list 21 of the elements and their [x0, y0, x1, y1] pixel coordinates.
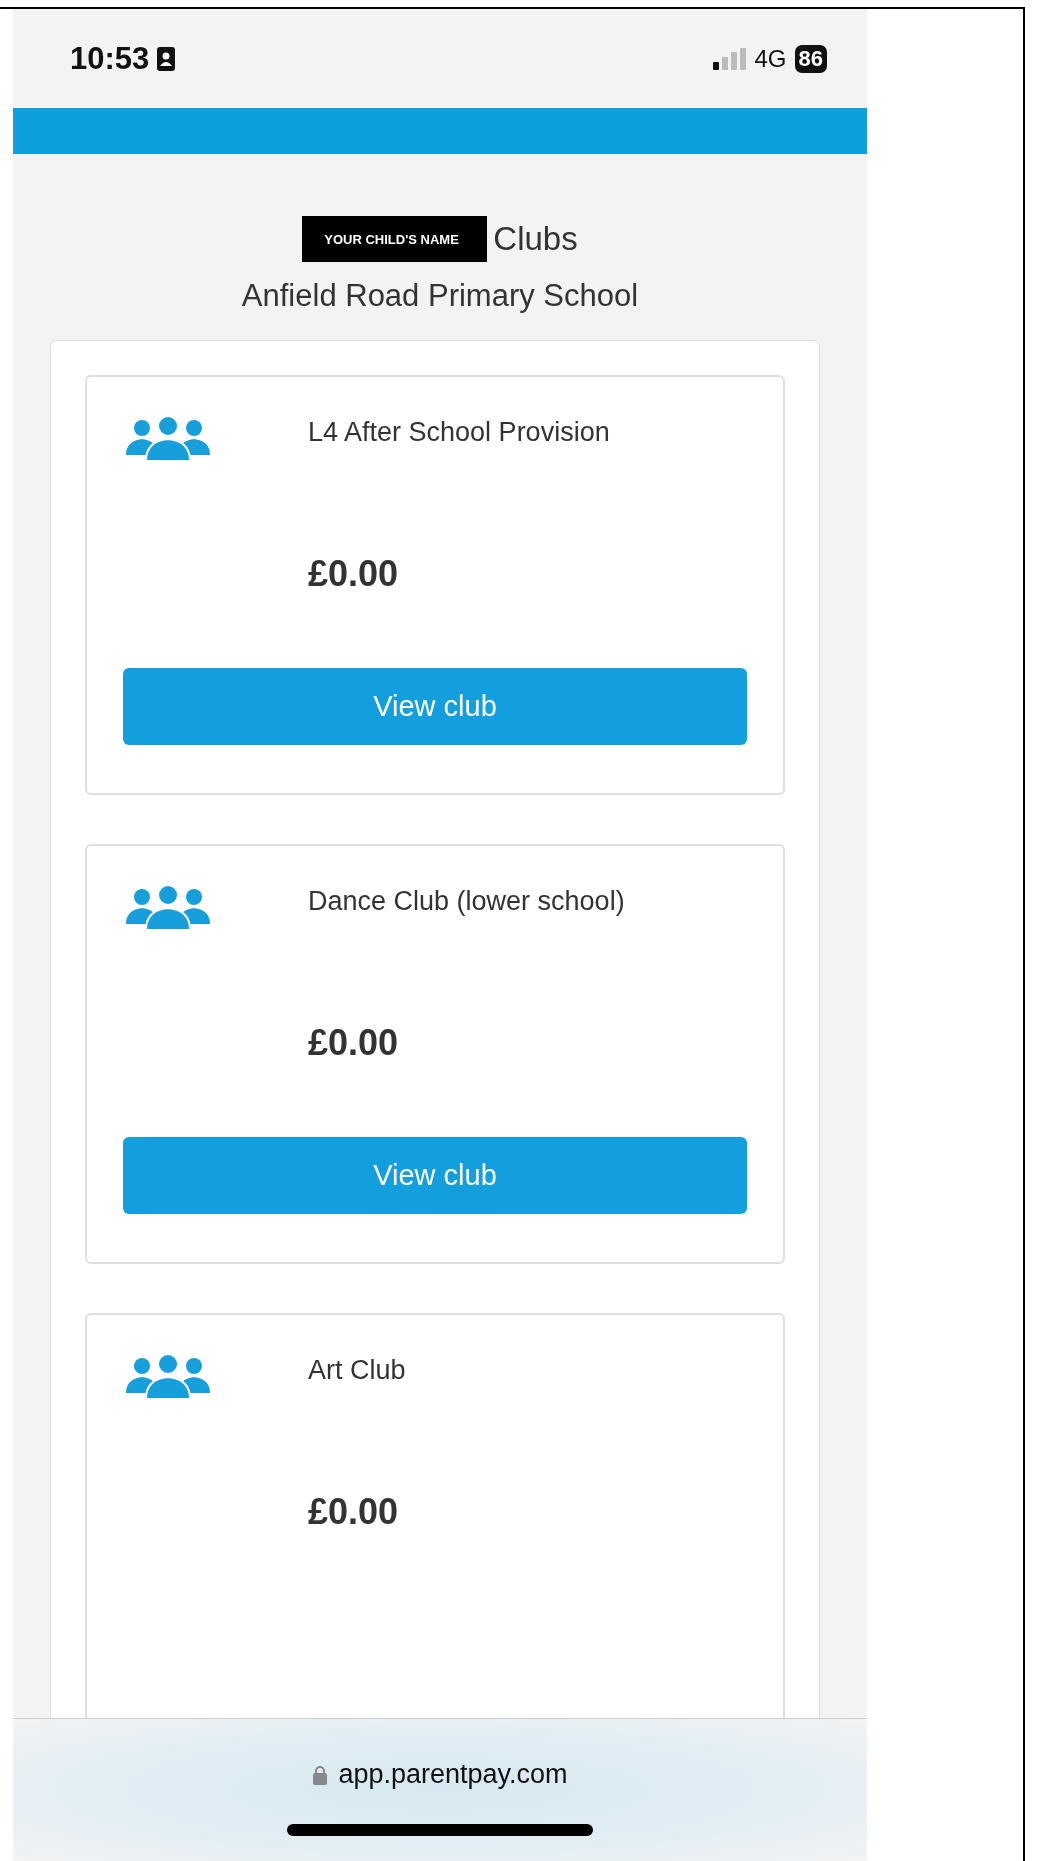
redaction-label: YOUR CHILD'S NAME	[302, 216, 488, 262]
school-name: Anfield Road Primary School	[240, 278, 640, 314]
club-name: Art Club	[308, 1355, 406, 1386]
network-type: 4G	[754, 44, 787, 73]
club-name: L4 After School Provision	[308, 417, 610, 448]
club-name: Dance Club (lower school)	[308, 886, 625, 917]
status-time: 10:53	[70, 40, 150, 77]
view-club-button[interactable]: View club	[123, 1137, 747, 1214]
group-icon	[126, 884, 210, 930]
url-text[interactable]: app.parentpay.com	[338, 1759, 568, 1790]
contact-card-icon	[157, 46, 176, 71]
signal-icon	[712, 47, 747, 70]
club-price: £0.00	[308, 1491, 400, 1533]
page-title: Clubs	[493, 220, 578, 258]
battery-level: 86	[794, 44, 827, 73]
view-club-button[interactable]: View club	[123, 668, 747, 745]
lock-icon	[312, 1764, 329, 1785]
group-icon	[126, 1353, 210, 1399]
club-price: £0.00	[308, 553, 400, 595]
club-price: £0.00	[308, 1022, 400, 1064]
group-icon	[126, 415, 210, 461]
